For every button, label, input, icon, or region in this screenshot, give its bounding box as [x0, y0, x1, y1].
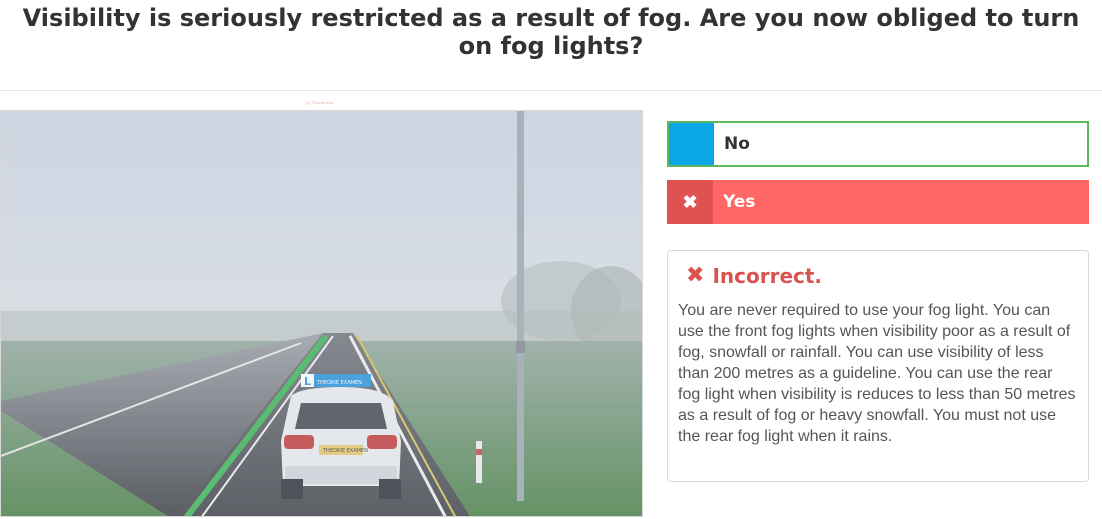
- answer-marker: [669, 123, 714, 165]
- header-divider: [0, 90, 1102, 91]
- question-image: L THEORIE EXAMEN THEORIE EXAMEN: [0, 110, 643, 517]
- feedback-panel: ✖ Incorrect. You are never required to u…: [667, 250, 1089, 482]
- feedback-text: You are never required to use your fog l…: [678, 302, 1076, 445]
- answer-yes-button[interactable]: ✖ Yes: [667, 180, 1089, 224]
- answer-no-button[interactable]: No: [667, 121, 1089, 167]
- answer-label: No: [724, 134, 750, 154]
- feedback-header: ✖ Incorrect.: [678, 263, 1078, 288]
- x-icon: ✖: [686, 263, 705, 288]
- x-icon: ✖: [667, 180, 713, 224]
- question-title: Visibility is seriously restricted as a …: [22, 4, 1080, 60]
- answer-label: Yes: [723, 192, 756, 212]
- image-caption: (c) Theorie.info: [306, 100, 333, 105]
- feedback-title: Incorrect.: [712, 263, 823, 288]
